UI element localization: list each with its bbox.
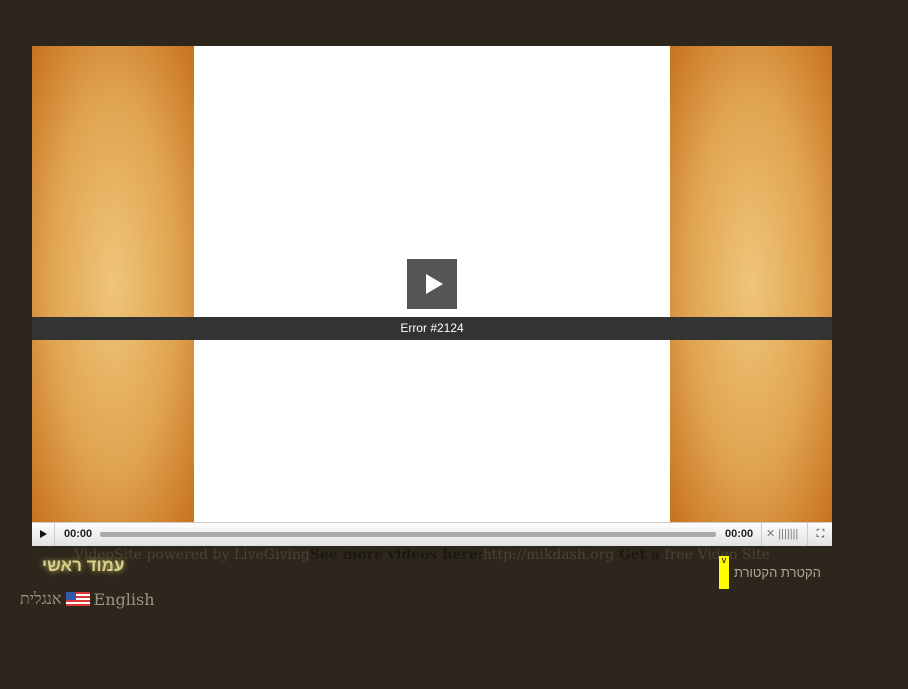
error-message: Error #2124 [32,317,832,340]
fullscreen-icon[interactable]: ⛶ [807,523,833,546]
play-overlay-button[interactable] [407,259,457,309]
time-total: 00:00 [725,528,754,540]
home-link[interactable]: עמוד ראשי [42,556,124,576]
lang-english-label: English [93,589,155,609]
yellow-marker: v [719,556,729,589]
video-player[interactable]: Error #2124 00:00 00:00 ✕ ||||||| ⛶ [32,46,832,546]
us-flag-icon [65,592,90,606]
play-icon[interactable] [32,523,55,546]
free-site-link[interactable]: free Video Site [665,547,770,563]
ketoret-link[interactable]: הקטרת הקטורת [734,565,821,580]
credits: VideoSite powered by LiveGivingSee more … [74,547,770,563]
mute-volume-icon[interactable]: ✕ ||||||| [761,523,806,546]
site-link[interactable]: http://mikdash.org [483,547,615,563]
get-text: Get a [618,547,661,563]
language-link[interactable]: אנגלית English [20,589,155,609]
background-right [670,46,832,522]
background-left [32,46,194,522]
seek-bar[interactable] [100,532,716,537]
more-videos-text: See more videos here: [309,547,483,563]
time-current: 00:00 [64,528,93,540]
control-bar: 00:00 00:00 ✕ ||||||| ⛶ [32,522,832,546]
lang-hebrew-label: אנגלית [20,589,62,608]
